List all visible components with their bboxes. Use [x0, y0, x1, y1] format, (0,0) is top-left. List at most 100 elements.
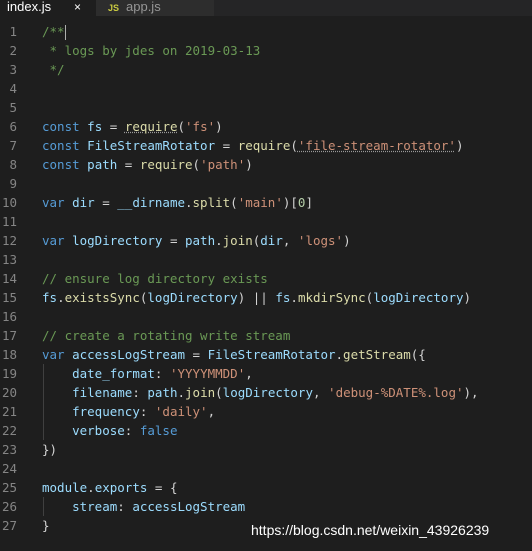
code-line[interactable]: 7 const FileStreamRotator = require('file…: [0, 136, 532, 155]
line-number: 2: [9, 43, 17, 58]
code-line[interactable]: 24: [0, 459, 532, 478]
code-token: join: [185, 385, 216, 400]
code-token: dir: [260, 233, 283, 248]
line-number: 15: [1, 290, 17, 305]
code-token: path: [147, 385, 178, 400]
code-token: =: [162, 233, 185, 248]
code-text: var accessLogStream = FileStreamRotator.…: [42, 345, 426, 364]
code-token: ,: [282, 233, 298, 248]
code-line[interactable]: 15 fs.existsSync(logDirectory) || fs.mkdi…: [0, 288, 532, 307]
code-text: /**: [42, 22, 66, 41]
line-number: 11: [1, 214, 17, 229]
code-token: ): [463, 290, 472, 305]
code-token: logDirectory: [72, 233, 163, 248]
code-text: filename: path.join(logDirectory, 'debug…: [42, 383, 478, 402]
line-number: 21: [1, 404, 17, 419]
code-token: =: [94, 195, 118, 210]
code-token: module: [42, 480, 88, 495]
line-number: 25: [1, 480, 17, 495]
line-number: 6: [9, 119, 17, 134]
line-number: 22: [1, 423, 17, 438]
code-line[interactable]: 11: [0, 212, 532, 231]
code-token: * logs by jdes on 2019-03-13: [42, 43, 261, 58]
code-token: .: [335, 347, 344, 362]
code-line[interactable]: 12 var logDirectory = path.join(dir, 'log…: [0, 231, 532, 250]
code-token: 'main': [237, 195, 283, 210]
line-number: 26: [1, 499, 17, 514]
tab-index-js[interactable]: index.js ×: [0, 0, 96, 16]
code-line[interactable]: 8 const path = require('path'): [0, 155, 532, 174]
line-number: 7: [9, 138, 17, 153]
code-line[interactable]: 9: [0, 174, 532, 193]
code-text: fs.existsSync(logDirectory) || fs.mkdirS…: [42, 288, 471, 307]
tab-label: app.js: [126, 0, 161, 14]
code-text: // create a rotating write stream: [42, 326, 290, 345]
code-token: 'fs': [185, 119, 216, 134]
line-number: 10: [1, 195, 17, 210]
code-token: fs: [275, 290, 291, 305]
code-token: FileStreamRotator: [207, 347, 336, 362]
line-number: 3: [9, 62, 17, 77]
code-line[interactable]: 21 frequency: 'daily',: [0, 402, 532, 421]
code-line[interactable]: 25 module.exports = {: [0, 478, 532, 497]
code-token: filename: [72, 385, 133, 400]
line-number: 5: [9, 100, 17, 115]
code-token: // create a rotating write stream: [42, 328, 291, 343]
code-text: const fs = require('fs'): [42, 117, 223, 136]
code-token: accessLogStream: [72, 347, 185, 362]
code-token: 'path': [200, 157, 246, 172]
code-line[interactable]: 3 */: [0, 60, 532, 79]
tab-app-js[interactable]: JS app.js: [96, 0, 214, 16]
code-line[interactable]: 13: [0, 250, 532, 269]
code-line[interactable]: 14 // ensure log directory exists: [0, 269, 532, 288]
code-line[interactable]: 23}): [0, 440, 532, 459]
code-token: path: [185, 233, 216, 248]
code-token: join: [222, 233, 253, 248]
code-line[interactable]: 19 date_format: 'YYYYMMDD',: [0, 364, 532, 383]
code-token: date_format: [72, 366, 155, 381]
code-text: stream: accessLogStream: [42, 497, 245, 516]
line-number: 24: [1, 461, 17, 476]
code-editor[interactable]: 1/** 2 * logs by jdes on 2019-03-13 3 */4 5…: [0, 16, 532, 551]
code-line[interactable]: 4: [0, 79, 532, 98]
code-token: ): [455, 138, 464, 153]
code-token: .: [185, 195, 193, 210]
line-number: 1: [9, 24, 17, 39]
code-line[interactable]: 10 var dir = __dirname.split('main')[0]: [0, 193, 532, 212]
code-line[interactable]: 2 * logs by jdes on 2019-03-13: [0, 41, 532, 60]
code-token: =: [215, 138, 238, 153]
code-token: .: [290, 290, 298, 305]
code-token: ): [245, 157, 253, 172]
code-line[interactable]: 18 var accessLogStream = FileStreamRotato…: [0, 345, 532, 364]
code-token: .: [215, 233, 223, 248]
code-token: require: [237, 138, 291, 153]
code-token: verbose: [72, 423, 125, 438]
code-line[interactable]: 1 /**: [0, 22, 532, 41]
code-token: exports: [94, 480, 148, 495]
code-token: mkdirSync: [297, 290, 366, 305]
close-icon[interactable]: ×: [74, 0, 81, 14]
code-line[interactable]: 20 filename: path.join(logDirectory, 'de…: [0, 383, 532, 402]
code-line[interactable]: 6 const fs = require('fs'): [0, 117, 532, 136]
code-line[interactable]: 26 stream: accessLogStream: [0, 497, 532, 516]
code-token: =: [117, 157, 140, 172]
code-token: ,: [207, 404, 216, 419]
code-line[interactable]: 16: [0, 307, 532, 326]
code-token: (: [290, 138, 298, 153]
javascript-file-icon: JS: [108, 3, 120, 13]
code-line[interactable]: 5: [0, 98, 532, 117]
code-text: const path = require('path'): [42, 155, 253, 174]
line-number: 16: [1, 309, 17, 324]
code-token: 'debug-%DATE%.log': [328, 385, 464, 400]
code-token: :: [139, 404, 155, 419]
code-token: var: [42, 347, 65, 362]
code-line[interactable]: 17 // create a rotating write stream: [0, 326, 532, 345]
code-text: const FileStreamRotator = require('file-…: [42, 136, 463, 155]
code-token: __dirname: [117, 195, 185, 210]
code-line[interactable]: 22 verbose: false: [0, 421, 532, 440]
code-token: (: [177, 119, 186, 134]
line-number: 9: [9, 176, 17, 191]
